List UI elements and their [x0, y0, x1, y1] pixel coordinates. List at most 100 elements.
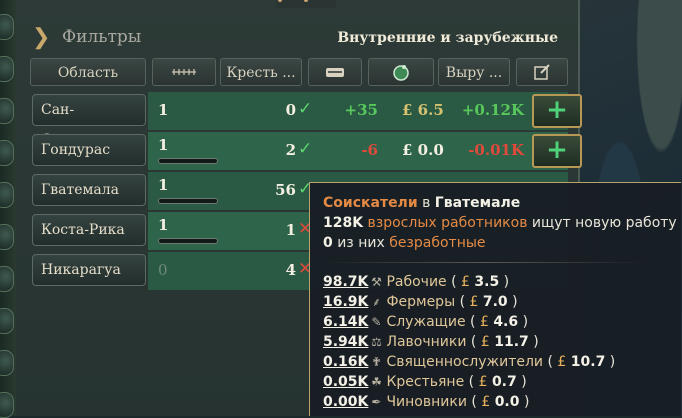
column-header-peasants[interactable]: Кресть ...	[220, 58, 302, 86]
peasant-icon: ☘	[371, 375, 382, 389]
job-name: Фермеры	[386, 294, 456, 310]
clerk-icon: ✎	[371, 315, 382, 329]
job-wage: 4.6	[493, 314, 519, 330]
side-button[interactable]	[0, 308, 14, 334]
row-population: 1	[158, 136, 169, 154]
job-line: 0.00K ✒ Чиновники ( £ 0.0 )	[323, 394, 530, 410]
job-amount: 16.9K	[323, 294, 369, 310]
job-wage: 0.7	[491, 374, 517, 390]
job-wage: 11.7	[494, 334, 529, 350]
edit-icon[interactable]	[516, 58, 568, 86]
column-header-region[interactable]: Область	[30, 58, 146, 86]
add-button[interactable]: +	[532, 94, 582, 128]
bureaucrat-icon: ✒	[371, 395, 382, 409]
row-region-name[interactable]: Гватемала	[32, 174, 146, 206]
migration-icon[interactable]	[308, 58, 362, 86]
job-name: Крестьяне	[386, 374, 465, 390]
column-header-output[interactable]: Выру ...	[438, 58, 510, 86]
chevron-right-icon[interactable]: ❯	[32, 26, 50, 50]
job-name: Лавочники	[386, 334, 467, 350]
job-name: Чиновники	[386, 394, 467, 410]
side-button[interactable]	[0, 140, 14, 166]
table-row[interactable]: Сан-Сальвадор 1 0 ✓ +35 £ 6.5 +0.12K +	[30, 92, 582, 148]
left-side-strip	[0, 0, 17, 418]
tooltip-title-region: Гватемале	[434, 195, 521, 211]
job-seekers-tooltip: Соискатели в Гватемале 128K взрослых раб…	[309, 182, 681, 416]
filters-row: ❯ Фильтры Внутренние и зарубежные	[32, 26, 558, 52]
panel-top-decoration	[276, 0, 336, 8]
row-population: 1	[158, 101, 169, 119]
side-button[interactable]	[0, 56, 14, 82]
job-line: 98.7K ⚒ Рабочие ( £ 3.5 )	[323, 274, 510, 290]
unemployed-text: из них	[337, 235, 385, 251]
row-wage: £ 6.5	[402, 101, 444, 119]
row-wage: £ 0.0	[402, 141, 444, 159]
row-region-name[interactable]: Коста-Рика	[32, 214, 146, 246]
side-button[interactable]	[0, 224, 14, 250]
region-scope-selector[interactable]: Внутренние и зарубежные	[337, 30, 558, 46]
unemployed-term: безработные	[389, 235, 486, 251]
row-population: 1	[158, 176, 169, 194]
row-output: -0.01K	[468, 141, 524, 159]
job-line: 0.05K ☘ Крестьяне ( £ 0.7 )	[323, 374, 527, 390]
side-button[interactable]	[0, 14, 14, 40]
row-population-bar	[158, 158, 218, 164]
row-peasants: 4	[285, 261, 296, 279]
check-icon: ✓	[298, 99, 313, 119]
job-name: Служащие	[386, 314, 466, 330]
row-change: +35	[344, 101, 378, 119]
row-output: +0.12K	[461, 101, 524, 119]
job-amount: 0.05K	[323, 374, 369, 390]
job-name: Рабочие	[386, 274, 447, 290]
tooltip-title: Соискатели в Гватемале	[323, 193, 681, 213]
job-name: Священнослужители	[386, 354, 544, 370]
table-row[interactable]: Гондурас 1 2 ✓ -6 £ 0.0 -0.01K +	[30, 132, 582, 170]
job-line: 6.14K ✎ Служащие ( £ 4.6 )	[323, 314, 529, 330]
job-amount: 6.14K	[323, 314, 369, 330]
job-amount: 0.00K	[323, 394, 369, 410]
row-population-bar	[158, 238, 218, 244]
row-change: -6	[361, 141, 378, 159]
row-peasants: 1	[285, 221, 296, 239]
side-button[interactable]	[0, 98, 14, 124]
farmer-icon: ⸙	[371, 295, 381, 309]
tooltip-divider	[323, 262, 645, 263]
side-button[interactable]	[0, 350, 14, 376]
tooltip-seekers-line: 128K взрослых работников ищут новую рабо…	[323, 213, 681, 233]
job-line: 0.16K ✟ Священнослужители ( £ 10.7 )	[323, 354, 616, 370]
job-amount: 0.16K	[323, 354, 369, 370]
side-button[interactable]	[0, 182, 14, 208]
row-peasants: 2	[285, 141, 296, 159]
job-wage: 7.0	[482, 294, 508, 310]
row-region-name[interactable]: Сан-Сальвадор	[32, 94, 146, 148]
row-region-name[interactable]: Никарагуа	[32, 254, 146, 286]
unemployed-count: 0	[323, 235, 333, 251]
add-button[interactable]: +	[532, 134, 582, 168]
seekers-term: взрослых работников	[367, 215, 528, 231]
row-region-name[interactable]: Гондурас	[32, 134, 146, 166]
side-button[interactable]	[0, 392, 14, 418]
clergy-icon: ✟	[371, 355, 382, 369]
row-peasants: 56	[275, 181, 296, 199]
job-wage: 0.0	[494, 394, 520, 410]
tooltip-title-preposition: в	[422, 195, 431, 211]
seekers-count: 128K	[323, 215, 364, 231]
job-wage: 3.5	[474, 274, 500, 290]
shopkeeper-icon: ⚖	[371, 335, 382, 349]
job-line: 16.9K ⸙ Фермеры ( £ 7.0 )	[323, 294, 518, 310]
population-icon[interactable]	[152, 58, 216, 86]
tooltip-title-term: Соискатели	[323, 195, 418, 211]
tooltip-unemployed-line: 0 из них безработные	[323, 233, 681, 253]
job-amount: 98.7K	[323, 274, 369, 290]
laborer-icon: ⚒	[371, 275, 382, 289]
check-icon: ✓	[298, 139, 313, 159]
row-population: 0	[158, 261, 168, 279]
row-population: 1	[158, 216, 169, 234]
job-line: 5.94K ⚖ Лавочники ( £ 11.7 )	[323, 334, 539, 350]
seekers-text: ищут новую работу	[531, 215, 677, 231]
row-peasants: 0	[285, 101, 296, 119]
filters-toggle[interactable]: Фильтры	[62, 27, 141, 47]
coin-icon[interactable]	[368, 58, 434, 86]
job-amount: 5.94K	[323, 334, 369, 350]
side-button[interactable]	[0, 266, 14, 292]
